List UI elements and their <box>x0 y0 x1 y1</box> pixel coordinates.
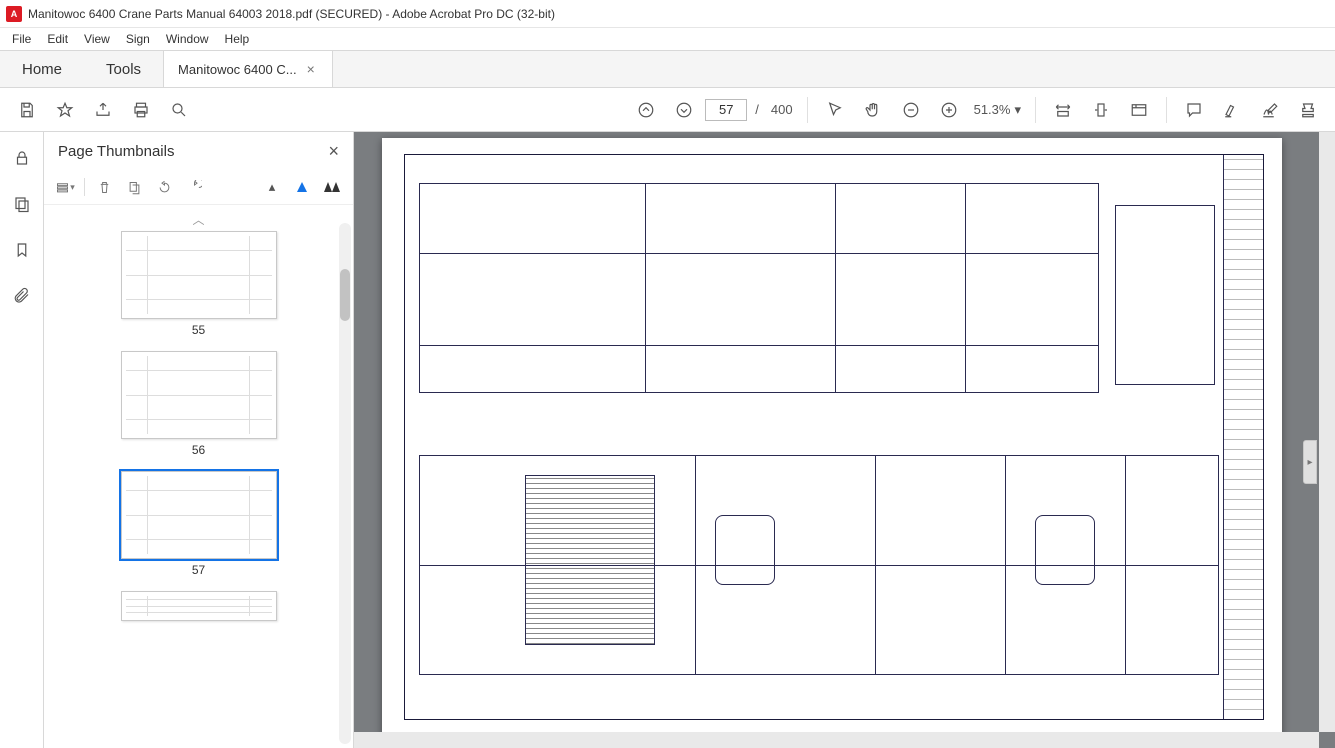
panel-close-button[interactable]: × <box>328 141 339 162</box>
rotate-cw-button[interactable] <box>183 176 205 198</box>
menu-view[interactable]: View <box>76 30 118 48</box>
highlight-button[interactable] <box>1215 93 1249 127</box>
drawing-detail <box>525 475 655 645</box>
fit-width-button[interactable] <box>1046 93 1080 127</box>
stamp-button[interactable] <box>1291 93 1325 127</box>
zoom-level-dropdown[interactable]: 51.3% ▾ <box>970 102 1025 118</box>
menu-sign[interactable]: Sign <box>118 30 158 48</box>
drawing-detail <box>1115 205 1215 385</box>
thumbnail-label: 57 <box>56 563 341 577</box>
thumbnails-panel: Page Thumbnails × ▾ ▴ ︿ 55 56 <box>44 132 354 748</box>
thumbnails-header: Page Thumbnails × <box>44 132 353 170</box>
zoom-level-value: 51.3% <box>974 102 1011 117</box>
page-up-button[interactable] <box>629 93 663 127</box>
tab-row: Home Tools Manitowoc 6400 C... × <box>0 50 1335 88</box>
read-mode-button[interactable] <box>1122 93 1156 127</box>
thumbnail-label: 55 <box>56 323 341 337</box>
toolbar-separator <box>1166 97 1167 123</box>
thumbnails-scrollbar[interactable] <box>339 223 351 744</box>
thumbnail-item[interactable]: 55 <box>56 231 341 337</box>
page-total: 400 <box>767 102 797 117</box>
selection-tool-button[interactable] <box>818 93 852 127</box>
acrobat-app-icon: A <box>6 6 22 22</box>
thumb-small-icon[interactable]: ▴ <box>261 176 283 198</box>
viewer-horizontal-scrollbar[interactable] <box>354 732 1319 748</box>
comment-button[interactable] <box>1177 93 1211 127</box>
thumbnail-options-button[interactable]: ▾ <box>54 176 76 198</box>
thumbnail-item[interactable] <box>56 591 341 621</box>
find-button[interactable] <box>162 93 196 127</box>
bookmarks-rail-button[interactable] <box>8 236 36 264</box>
tab-document[interactable]: Manitowoc 6400 C... × <box>163 51 333 87</box>
share-button[interactable] <box>86 93 120 127</box>
menu-edit[interactable]: Edit <box>39 30 76 48</box>
scroll-up-icon[interactable]: ︿ <box>56 211 341 225</box>
sign-button[interactable] <box>1253 93 1287 127</box>
tools-pane-toggle[interactable]: ▸ <box>1303 440 1317 484</box>
star-button[interactable] <box>48 93 82 127</box>
toolbar-separator <box>807 97 808 123</box>
print-button[interactable] <box>124 93 158 127</box>
document-viewer[interactable]: ▸ <box>354 132 1335 748</box>
delete-page-button[interactable] <box>93 176 115 198</box>
thumbnails-rail-button[interactable] <box>8 190 36 218</box>
drawing-frame <box>404 154 1264 720</box>
drawing-titleblock <box>1223 155 1263 719</box>
save-button[interactable] <box>10 93 44 127</box>
pdf-page <box>382 138 1282 738</box>
rotate-ccw-button[interactable] <box>153 176 175 198</box>
hand-tool-button[interactable] <box>856 93 890 127</box>
window-title: Manitowoc 6400 Crane Parts Manual 64003 … <box>28 7 555 21</box>
thumbnail-label: 56 <box>56 443 341 457</box>
zoom-in-button[interactable] <box>932 93 966 127</box>
chevron-down-icon: ▾ <box>1014 102 1021 118</box>
thumb-large-icon[interactable] <box>321 176 343 198</box>
viewer-vertical-scrollbar[interactable] <box>1319 132 1335 732</box>
menu-file[interactable]: File <box>4 30 39 48</box>
thumb-medium-icon[interactable] <box>291 176 313 198</box>
main-content-row: Page Thumbnails × ▾ ▴ ︿ 55 56 <box>0 132 1335 748</box>
tab-tools[interactable]: Tools <box>84 51 163 87</box>
drawing-detail <box>1035 515 1095 585</box>
toolbar-separator <box>1035 97 1036 123</box>
thumbnail-item[interactable]: 56 <box>56 351 341 457</box>
zoom-out-button[interactable] <box>894 93 928 127</box>
tab-close-icon[interactable]: × <box>307 61 315 77</box>
thumbnails-title: Page Thumbnails <box>58 143 174 160</box>
thumbnails-toolbar: ▾ ▴ <box>44 170 353 204</box>
lock-icon[interactable] <box>8 144 36 172</box>
fit-page-button[interactable] <box>1084 93 1118 127</box>
main-toolbar: / 400 51.3% ▾ <box>0 88 1335 132</box>
extract-page-button[interactable] <box>123 176 145 198</box>
thumbnails-scroll[interactable]: ︿ 55 56 57 <box>44 204 353 748</box>
attachments-rail-button[interactable] <box>8 282 36 310</box>
tab-home[interactable]: Home <box>0 51 84 87</box>
separator <box>84 178 85 196</box>
drawing-detail <box>715 515 775 585</box>
menu-window[interactable]: Window <box>158 30 217 48</box>
drawing-detail <box>419 183 1099 393</box>
page-separator: / <box>751 102 763 117</box>
scrollbar-handle[interactable] <box>340 269 350 321</box>
sidebar-rail <box>0 132 44 748</box>
page-down-button[interactable] <box>667 93 701 127</box>
tab-document-label: Manitowoc 6400 C... <box>178 62 297 77</box>
menu-help[interactable]: Help <box>217 30 258 48</box>
menubar: File Edit View Sign Window Help <box>0 28 1335 50</box>
page-number-input[interactable] <box>705 99 747 121</box>
titlebar: A Manitowoc 6400 Crane Parts Manual 6400… <box>0 0 1335 28</box>
thumbnail-item[interactable]: 57 <box>56 471 341 577</box>
